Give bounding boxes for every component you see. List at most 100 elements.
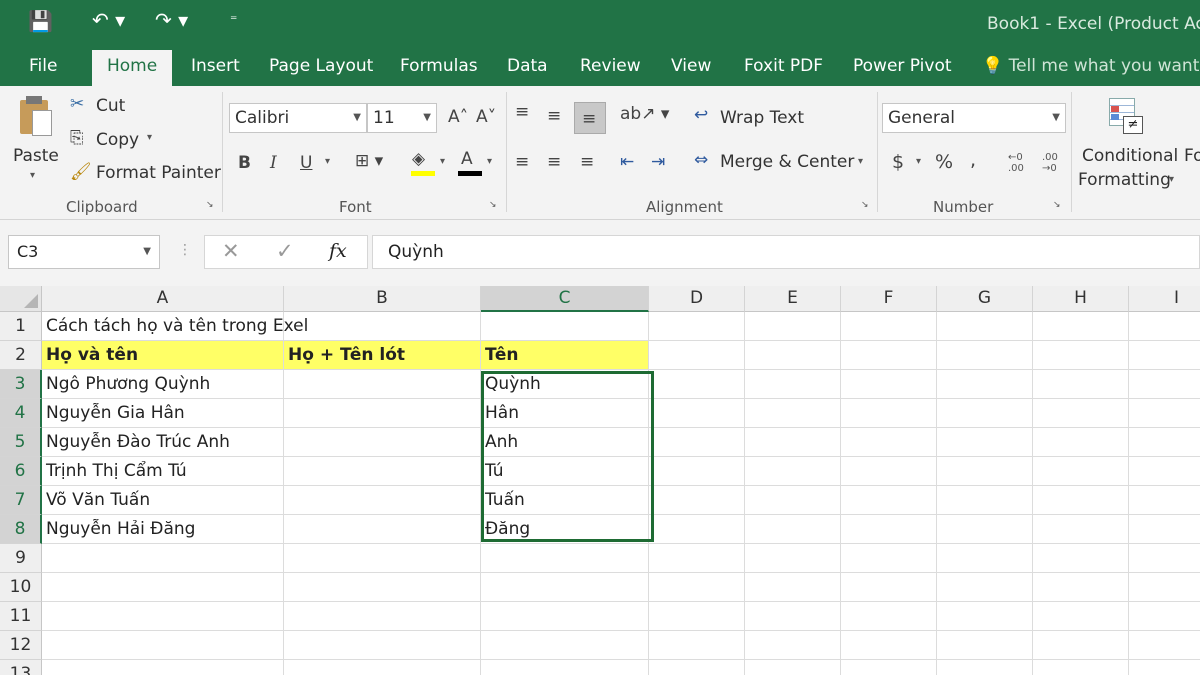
- cell-a6[interactable]: Trịnh Thị Cẩm Tú: [42, 457, 284, 486]
- wrap-text-button[interactable]: Wrap Text: [720, 108, 804, 128]
- decrease-decimal-icon[interactable]: .00 →0: [1042, 152, 1058, 174]
- tab-file[interactable]: File: [29, 56, 57, 76]
- decrease-font-icon[interactable]: A˅: [476, 107, 496, 127]
- cell-b2[interactable]: Họ + Tên lót: [284, 341, 481, 370]
- save-icon[interactable]: 💾: [28, 9, 53, 33]
- tab-review[interactable]: Review: [580, 56, 641, 76]
- row-header-3[interactable]: 3: [0, 370, 42, 399]
- font-name-combo[interactable]: Calibri ▼: [229, 103, 367, 133]
- font-color-dropdown-icon[interactable]: ▾: [487, 156, 492, 167]
- clipboard-launcher-icon[interactable]: ↘: [206, 200, 214, 210]
- column-header-h[interactable]: H: [1033, 286, 1129, 312]
- tab-power-pivot[interactable]: Power Pivot: [853, 56, 952, 76]
- row-header-7[interactable]: 7: [0, 486, 42, 515]
- increase-indent-icon[interactable]: ⇥: [651, 152, 665, 172]
- cell-a8[interactable]: Nguyễn Hải Đăng: [42, 515, 284, 544]
- font-size-combo[interactable]: 11 ▼: [367, 103, 437, 133]
- cell-a2[interactable]: Họ và tên: [42, 341, 284, 370]
- row-header-4[interactable]: 4: [0, 399, 42, 428]
- row-header-2[interactable]: 2: [0, 341, 42, 370]
- select-all-button[interactable]: [0, 286, 42, 312]
- increase-font-icon[interactable]: A˄: [448, 107, 468, 127]
- insert-function-icon[interactable]: fx: [329, 240, 347, 262]
- column-header-g[interactable]: G: [937, 286, 1033, 312]
- splitter-icon[interactable]: ⋮: [178, 242, 192, 258]
- fill-color-dropdown-icon[interactable]: ▾: [440, 156, 445, 167]
- fill-color-icon[interactable]: ◈: [412, 149, 425, 169]
- orientation-icon[interactable]: ab↗ ▾: [620, 104, 669, 124]
- paste-icon[interactable]: [18, 94, 52, 138]
- copy-button[interactable]: Copy: [96, 130, 139, 150]
- cell-c4[interactable]: Hân: [481, 399, 649, 428]
- underline-icon[interactable]: U: [300, 153, 312, 173]
- customize-qat-icon[interactable]: ₌: [230, 8, 237, 24]
- row-header-1[interactable]: 1: [0, 312, 42, 341]
- paste-button[interactable]: Paste: [13, 146, 59, 166]
- top-align-icon[interactable]: ≡: [515, 102, 529, 122]
- cancel-icon[interactable]: ✕: [222, 239, 240, 263]
- merge-center-button[interactable]: Merge & Center: [720, 152, 854, 172]
- conditional-dropdown-icon[interactable]: ▾: [1169, 174, 1174, 185]
- column-header-e[interactable]: E: [745, 286, 841, 312]
- column-header-i[interactable]: I: [1129, 286, 1200, 312]
- cell-c3[interactable]: Quỳnh: [481, 370, 649, 399]
- cell-a7[interactable]: Võ Văn Tuấn: [42, 486, 284, 515]
- conditional-formatting-button[interactable]: Conditional: [1082, 146, 1178, 166]
- tell-me-search[interactable]: 💡 Tell me what you want to: [982, 56, 1200, 76]
- currency-dropdown-icon[interactable]: ▾: [916, 156, 921, 167]
- formula-input[interactable]: Quỳnh: [372, 235, 1200, 269]
- cut-button[interactable]: Cut: [96, 96, 125, 116]
- cell-a4[interactable]: Nguyễn Gia Hân: [42, 399, 284, 428]
- row-header-5[interactable]: 5: [0, 428, 42, 457]
- cell-a1[interactable]: Cách tách họ và tên trong Exel: [42, 312, 308, 341]
- conditional-formatting-icon[interactable]: ≠: [1109, 98, 1149, 138]
- row-header-8[interactable]: 8: [0, 515, 42, 544]
- cell-c7[interactable]: Tuấn: [481, 486, 649, 515]
- currency-icon[interactable]: $: [892, 151, 904, 173]
- cell-c8[interactable]: Đăng: [481, 515, 649, 544]
- cell-c5[interactable]: Anh: [481, 428, 649, 457]
- align-right-icon[interactable]: ≡: [580, 152, 594, 172]
- format-as-table-button[interactable]: Fo: [1184, 146, 1200, 166]
- decrease-indent-icon[interactable]: ⇤: [620, 152, 634, 172]
- cell-c6[interactable]: Tú: [481, 457, 649, 486]
- row-header-10[interactable]: 10: [0, 573, 42, 602]
- column-header-f[interactable]: F: [841, 286, 937, 312]
- column-header-c[interactable]: C: [481, 286, 649, 312]
- cell-a5[interactable]: Nguyễn Đào Trúc Anh: [42, 428, 284, 457]
- row-header-11[interactable]: 11: [0, 602, 42, 631]
- name-box[interactable]: C3 ▼: [8, 235, 160, 269]
- column-header-a[interactable]: A: [42, 286, 284, 312]
- enter-icon[interactable]: ✓: [276, 239, 294, 263]
- bold-icon[interactable]: B: [238, 153, 251, 173]
- copy-dropdown-icon[interactable]: ▾: [147, 132, 152, 143]
- tab-insert[interactable]: Insert: [191, 56, 240, 76]
- tab-data[interactable]: Data: [507, 56, 548, 76]
- borders-icon[interactable]: ⊞ ▾: [355, 151, 383, 171]
- cell-a3[interactable]: Ngô Phương Quỳnh: [42, 370, 284, 399]
- tab-view[interactable]: View: [671, 56, 711, 76]
- column-header-b[interactable]: B: [284, 286, 481, 312]
- alignment-launcher-icon[interactable]: ↘: [861, 200, 869, 210]
- format-painter-button[interactable]: Format Painter: [96, 163, 221, 183]
- row-header-12[interactable]: 12: [0, 631, 42, 660]
- tab-page-layout[interactable]: Page Layout: [269, 56, 373, 76]
- align-left-icon[interactable]: ≡: [515, 152, 529, 172]
- increase-decimal-icon[interactable]: ←0.00: [1008, 152, 1024, 174]
- comma-style-icon[interactable]: ,: [970, 149, 976, 171]
- middle-align-icon[interactable]: ≡: [547, 106, 561, 126]
- cell-c2[interactable]: Tên: [481, 341, 649, 370]
- paste-dropdown-icon[interactable]: ▾: [30, 170, 35, 181]
- font-color-icon[interactable]: A: [461, 149, 473, 169]
- tab-formulas[interactable]: Formulas: [400, 56, 478, 76]
- row-header-6[interactable]: 6: [0, 457, 42, 486]
- underline-dropdown-icon[interactable]: ▾: [325, 156, 330, 167]
- tab-foxit-pdf[interactable]: Foxit PDF: [744, 56, 823, 76]
- italic-icon[interactable]: I: [270, 153, 277, 173]
- merge-dropdown-icon[interactable]: ▾: [858, 156, 863, 167]
- row-header-13[interactable]: 13: [0, 660, 42, 675]
- align-center-icon[interactable]: ≡: [547, 152, 561, 172]
- font-launcher-icon[interactable]: ↘: [489, 200, 497, 210]
- row-header-9[interactable]: 9: [0, 544, 42, 573]
- tab-home[interactable]: Home: [92, 50, 173, 86]
